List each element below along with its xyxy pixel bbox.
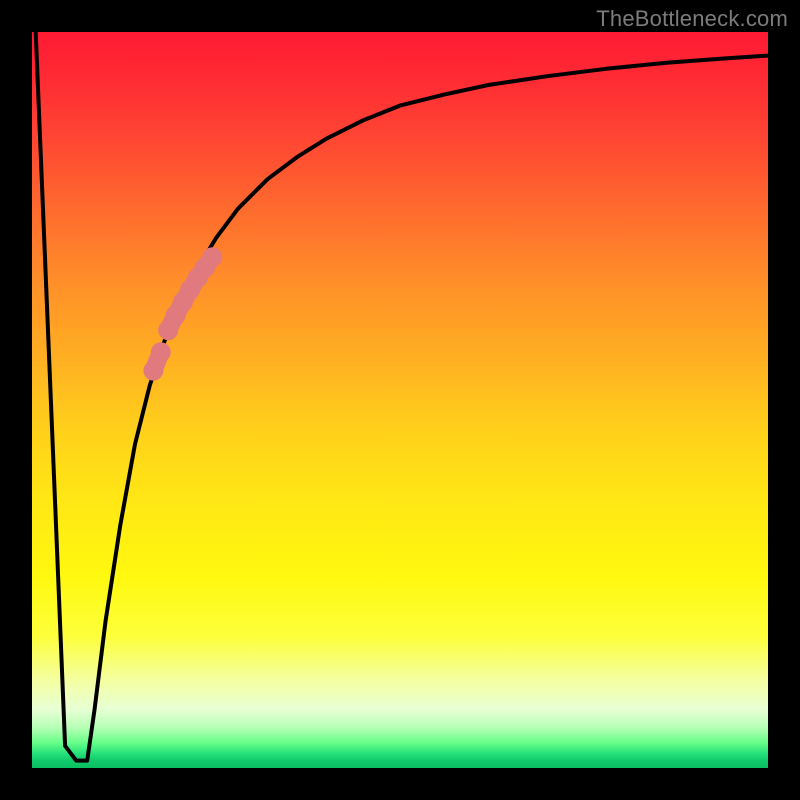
- series-layer: [36, 32, 768, 761]
- chart-stage: TheBottleneck.com: [0, 0, 800, 800]
- curve-svg: [32, 32, 768, 768]
- highlight-segment-lower-point: [151, 342, 171, 362]
- highlight-segment-upper-point: [202, 247, 222, 267]
- highlight-segment-lower-point: [143, 361, 163, 381]
- watermark-text: TheBottleneck.com: [596, 6, 788, 32]
- plot-area: [32, 32, 768, 768]
- main-curve-path: [36, 32, 768, 761]
